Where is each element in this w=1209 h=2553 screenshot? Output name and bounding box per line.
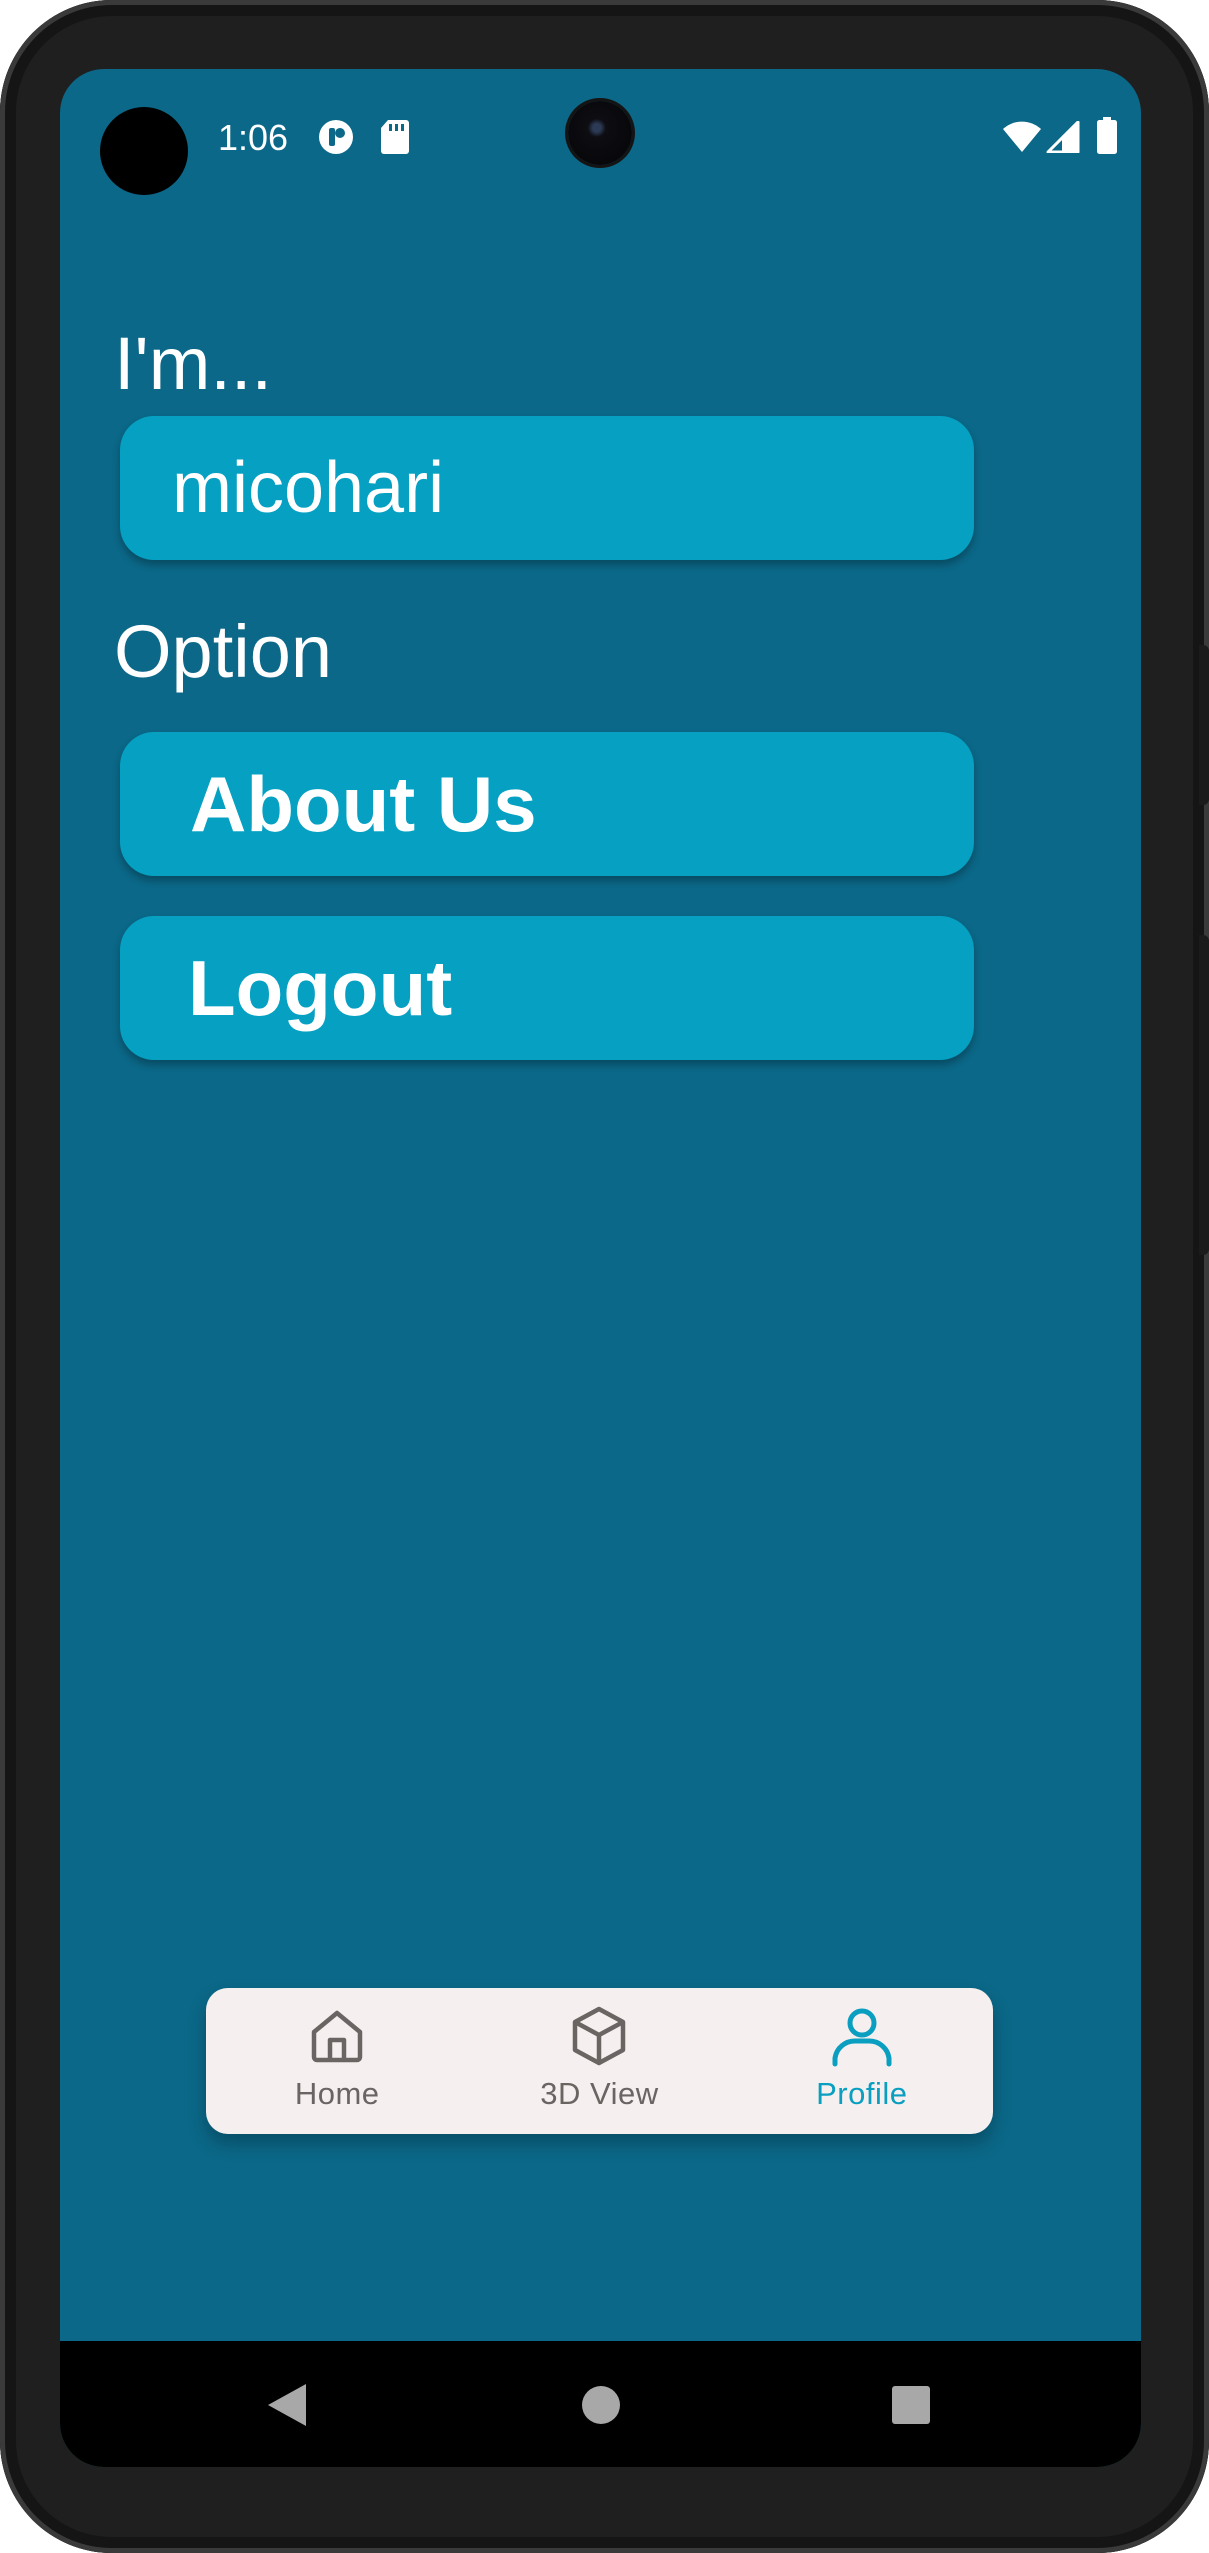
about-us-label: About Us xyxy=(190,759,537,848)
sd-card-icon xyxy=(381,120,409,154)
cube-icon xyxy=(573,2006,626,2066)
options-label: Option xyxy=(114,610,333,693)
volume-button xyxy=(1199,935,1209,1255)
app-screen: 1:06 I'm... micohari Option About Us Log… xyxy=(60,69,1141,2467)
front-sensor xyxy=(100,107,188,195)
nav-item-3d-view[interactable]: 3D View xyxy=(468,1988,730,2134)
nav-item-profile[interactable]: Profile xyxy=(731,1988,993,2134)
nav-label-home: Home xyxy=(294,2076,380,2111)
nav-item-home[interactable]: Home xyxy=(206,1988,468,2134)
power-button xyxy=(1199,645,1209,805)
front-camera xyxy=(568,101,632,165)
app-notification-icon xyxy=(319,120,353,154)
logout-label: Logout xyxy=(188,943,453,1032)
about-us-button[interactable]: About Us xyxy=(120,732,974,876)
status-time: 1:06 xyxy=(218,117,289,158)
bottom-navigation: Home 3D View Profile xyxy=(206,1988,993,2134)
logout-button[interactable]: Logout xyxy=(120,916,974,1060)
phone-frame: 1:06 I'm... micohari Option About Us Log… xyxy=(0,0,1209,2553)
wifi-icon xyxy=(1003,121,1041,152)
battery-icon xyxy=(1097,117,1117,154)
username-card: micohari xyxy=(120,416,974,560)
status-bar: 1:06 xyxy=(60,69,1141,209)
cell-signal-icon xyxy=(1046,121,1080,153)
home-icon xyxy=(311,2010,363,2063)
username-text: micohari xyxy=(172,448,445,528)
recents-icon[interactable] xyxy=(890,2381,932,2429)
back-icon[interactable] xyxy=(264,2381,310,2429)
person-icon xyxy=(832,2008,892,2067)
home-circle-icon[interactable] xyxy=(580,2381,622,2429)
nav-label-profile: Profile xyxy=(816,2076,908,2111)
identity-label: I'm... xyxy=(114,322,273,405)
system-navigation-bar xyxy=(60,2341,1141,2467)
nav-label-3d-view: 3D View xyxy=(540,2076,659,2111)
